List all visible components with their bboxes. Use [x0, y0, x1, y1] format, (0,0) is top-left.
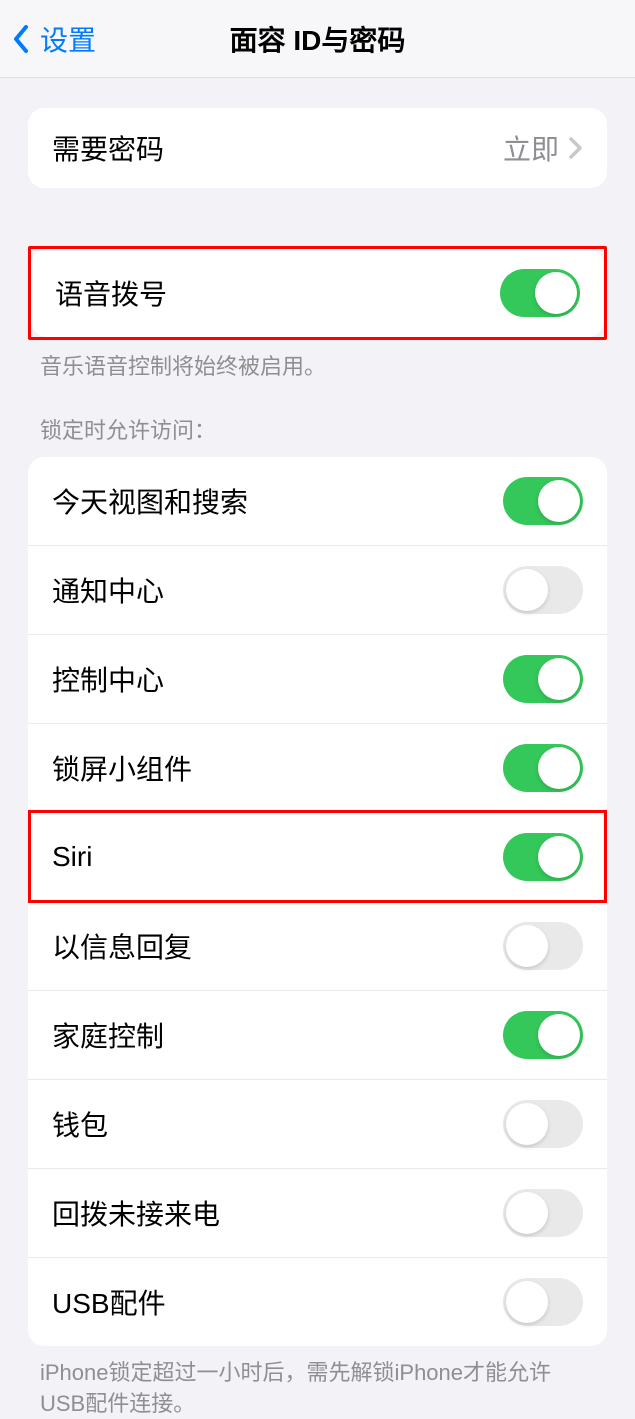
control-center-toggle[interactable]: [503, 655, 583, 703]
back-button[interactable]: 设置: [0, 19, 96, 59]
chevron-left-icon: [12, 25, 30, 53]
home-control-toggle-label: 家庭控制: [52, 1015, 164, 1055]
chevron-right-icon: [569, 137, 583, 159]
control-center-toggle-label: 控制中心: [52, 659, 164, 699]
voice-dial-footer: 音乐语音控制将始终被启用。: [0, 340, 635, 383]
reply-with-message-toggle-row: 以信息回复: [28, 902, 607, 991]
siri-toggle-row: Siri: [28, 813, 607, 902]
today-view-toggle[interactable]: [503, 477, 583, 525]
wallet-toggle-row: 钱包: [28, 1080, 607, 1169]
siri-toggle-label: Siri: [52, 841, 92, 873]
require-passcode-label: 需要密码: [52, 128, 164, 168]
page-title: 面容 ID与密码: [230, 19, 406, 59]
usb-accessories-toggle-label: USB配件: [52, 1282, 166, 1322]
access-section-header: 锁定时允许访问：: [0, 413, 635, 457]
return-missed-calls-toggle-label: 回拨未接来电: [52, 1193, 220, 1233]
lock-screen-widgets-toggle-row: 锁屏小组件: [28, 724, 607, 813]
today-view-toggle-label: 今天视图和搜索: [52, 481, 248, 521]
notification-center-toggle-row: 通知中心: [28, 546, 607, 635]
notification-center-toggle[interactable]: [503, 566, 583, 614]
home-control-toggle[interactable]: [503, 1011, 583, 1059]
siri-toggle[interactable]: [503, 833, 583, 881]
today-view-toggle-row: 今天视图和搜索: [28, 457, 607, 546]
back-label: 设置: [40, 19, 96, 59]
nav-header: 设置 面容 ID与密码: [0, 0, 635, 78]
voice-dial-toggle[interactable]: [500, 269, 580, 317]
notification-center-toggle-label: 通知中心: [52, 570, 164, 610]
wallet-toggle-label: 钱包: [52, 1104, 108, 1144]
wallet-toggle[interactable]: [503, 1100, 583, 1148]
usb-accessories-toggle[interactable]: [503, 1278, 583, 1326]
voice-dial-highlight-box: 语音拨号: [28, 246, 607, 340]
voice-dial-row: 语音拨号: [31, 249, 604, 337]
require-passcode-row[interactable]: 需要密码 立即: [28, 108, 607, 188]
control-center-toggle-row: 控制中心: [28, 635, 607, 724]
lock-screen-widgets-toggle-label: 锁屏小组件: [52, 748, 192, 788]
lock-screen-widgets-toggle[interactable]: [503, 744, 583, 792]
usb-accessories-footer: iPhone锁定超过一小时后，需先解锁iPhone才能允许USB配件连接。: [0, 1346, 635, 1419]
reply-with-message-toggle-label: 以信息回复: [52, 926, 192, 966]
return-missed-calls-toggle-row: 回拨未接来电: [28, 1169, 607, 1258]
voice-dial-label: 语音拨号: [55, 273, 167, 313]
return-missed-calls-toggle[interactable]: [503, 1189, 583, 1237]
home-control-toggle-row: 家庭控制: [28, 991, 607, 1080]
reply-with-message-toggle[interactable]: [503, 922, 583, 970]
access-when-locked-group: 今天视图和搜索通知中心控制中心锁屏小组件 Siri 以信息回复家庭控制钱包回拨未接来…: [28, 457, 607, 1346]
require-passcode-value: 立即: [503, 128, 559, 168]
require-passcode-group: 需要密码 立即: [28, 108, 607, 188]
usb-accessories-toggle-row: USB配件: [28, 1258, 607, 1346]
